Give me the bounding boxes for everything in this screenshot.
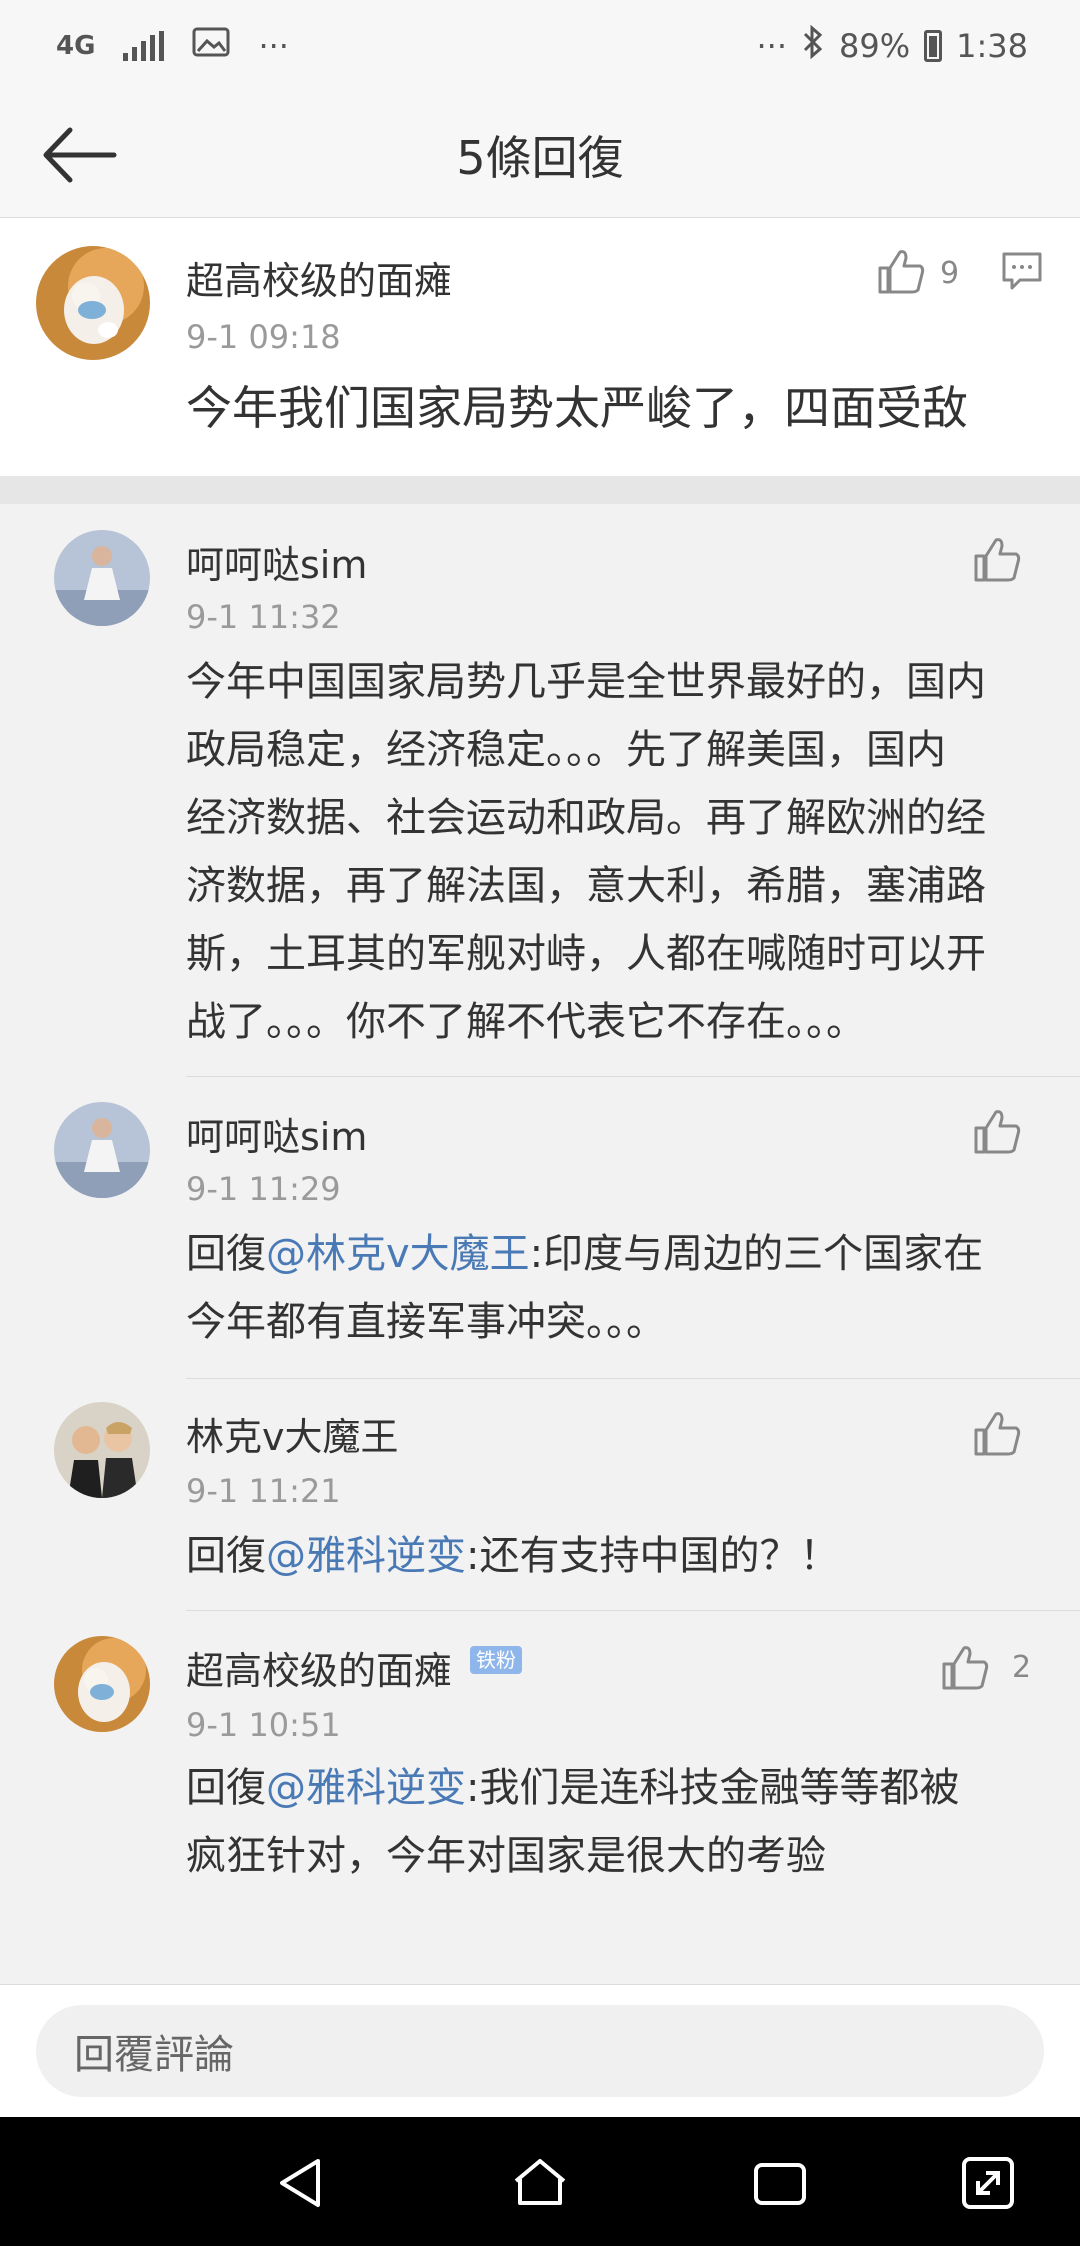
divider bbox=[186, 1076, 1080, 1077]
reply-text-line: 战了。。。你不了解不代表它不存在。。。 bbox=[186, 999, 866, 1045]
battery-percent: 89% bbox=[839, 27, 911, 65]
reply-text-line: 疯狂针对，今年对国家是很大的考验 bbox=[186, 1833, 826, 1879]
divider bbox=[186, 1610, 1080, 1611]
more-status-icon: ··· bbox=[756, 27, 788, 65]
reply-author[interactable]: 呵呵哒sim bbox=[186, 534, 367, 589]
reply-text-line: 经济数据、社会运动和政局。再了解欧洲的经 bbox=[186, 795, 986, 841]
reply-text: 回復@雅科逆变:还有支持中国的？！ bbox=[186, 1522, 839, 1590]
reply-input[interactable]: 回覆評論 bbox=[36, 2005, 1044, 2097]
system-nav-bar bbox=[0, 2117, 1080, 2246]
signal-icon bbox=[123, 31, 165, 61]
divider bbox=[186, 1378, 1080, 1379]
reply-list: 呵呵哒sim 9-1 11:32 今年中国国家局势几乎是全世界最好的，国内 政局… bbox=[0, 504, 1080, 1984]
reply-text-line: 济数据，再了解法国，意大利，希腊，塞浦路 bbox=[186, 863, 986, 909]
reply-author[interactable]: 超高校级的面瘫 bbox=[186, 1640, 452, 1695]
avatar[interactable] bbox=[54, 1102, 150, 1198]
clock: 1:38 bbox=[956, 27, 1028, 65]
more-notifications-icon: ··· bbox=[258, 27, 289, 65]
mention-link[interactable]: @林克v大魔王 bbox=[266, 1231, 530, 1277]
reply-text-line: :还有支持中国的？！ bbox=[466, 1533, 840, 1579]
nav-back-icon[interactable] bbox=[270, 2153, 330, 2213]
like-icon[interactable] bbox=[940, 1642, 990, 1692]
main-comment: 超高校级的面瘫 9-1 09:18 今年我们国家局势太严峻了，四面受敌 9 bbox=[0, 218, 1080, 476]
nav-recents-icon[interactable] bbox=[750, 2153, 810, 2213]
like-icon[interactable] bbox=[876, 246, 926, 296]
page-title: 5條回復 bbox=[456, 130, 624, 185]
reply-text-line: 政局稳定，经济稳定。。。先了解美国，国内 bbox=[186, 727, 946, 773]
status-bar: 4G ··· ··· 89% 1:38 bbox=[0, 0, 1080, 92]
mention-link[interactable]: @雅科逆变 bbox=[266, 1533, 466, 1579]
comment-text: 今年我们国家局势太严峻了，四面受敌 bbox=[186, 381, 968, 435]
avatar[interactable] bbox=[54, 530, 150, 626]
network-type: 4G bbox=[56, 31, 96, 61]
reply-text: 回復@雅科逆变:我们是连科技金融等等都被 疯狂针对，今年对国家是很大的考验 bbox=[186, 1754, 959, 1890]
comment-time: 9-1 09:18 bbox=[186, 318, 341, 356]
reply-text-line: 今年都有直接军事冲突。。。 bbox=[186, 1299, 666, 1345]
reply-prefix: 回復 bbox=[186, 1231, 266, 1277]
avatar[interactable] bbox=[36, 246, 150, 360]
reply-time: 9-1 10:51 bbox=[186, 1706, 341, 1744]
avatar[interactable] bbox=[54, 1636, 150, 1732]
avatar[interactable] bbox=[54, 1402, 150, 1498]
like-count: 2 bbox=[1012, 1650, 1032, 1685]
reply-author[interactable]: 林克v大魔王 bbox=[186, 1406, 399, 1461]
comment-icon[interactable] bbox=[1000, 248, 1044, 292]
nav-home-icon[interactable] bbox=[510, 2153, 570, 2213]
nav-fullscreen-icon[interactable] bbox=[958, 2153, 1018, 2213]
back-arrow-icon[interactable] bbox=[40, 122, 120, 188]
reply-text-line: :印度与周边的三个国家在 bbox=[529, 1231, 984, 1277]
battery-icon bbox=[924, 30, 943, 62]
reply-prefix: 回復 bbox=[186, 1533, 266, 1579]
section-divider bbox=[0, 476, 1080, 504]
reply-text: 回復@林克v大魔王:印度与周边的三个国家在 今年都有直接军事冲突。。。 bbox=[186, 1220, 983, 1356]
comment-author[interactable]: 超高校级的面瘫 bbox=[186, 250, 452, 305]
bluetooth-icon bbox=[801, 24, 825, 67]
like-icon[interactable] bbox=[972, 1106, 1022, 1156]
like-icon[interactable] bbox=[972, 1408, 1022, 1458]
reply-text-line: :我们是连科技金融等等都被 bbox=[466, 1765, 960, 1811]
like-count: 9 bbox=[940, 256, 960, 291]
header: 5條回復 bbox=[0, 92, 1080, 218]
reply-time: 9-1 11:32 bbox=[186, 598, 341, 636]
like-icon[interactable] bbox=[972, 534, 1022, 584]
image-icon bbox=[192, 27, 230, 65]
fan-badge: 铁粉 bbox=[470, 1646, 522, 1674]
reply-text-line: 斯，土耳其的军舰对峙，人都在喊随时可以开 bbox=[186, 931, 986, 977]
reply-bar: 回覆評論 bbox=[0, 1984, 1080, 2118]
reply-time: 9-1 11:29 bbox=[186, 1170, 341, 1208]
reply-author[interactable]: 呵呵哒sim bbox=[186, 1106, 367, 1161]
reply-prefix: 回復 bbox=[186, 1765, 266, 1811]
reply-time: 9-1 11:21 bbox=[186, 1472, 341, 1510]
mention-link[interactable]: @雅科逆变 bbox=[266, 1765, 466, 1811]
reply-text: 今年中国国家局势几乎是全世界最好的，国内 政局稳定，经济稳定。。。先了解美国，国… bbox=[186, 648, 986, 1056]
reply-text-line: 今年中国国家局势几乎是全世界最好的，国内 bbox=[186, 659, 986, 705]
